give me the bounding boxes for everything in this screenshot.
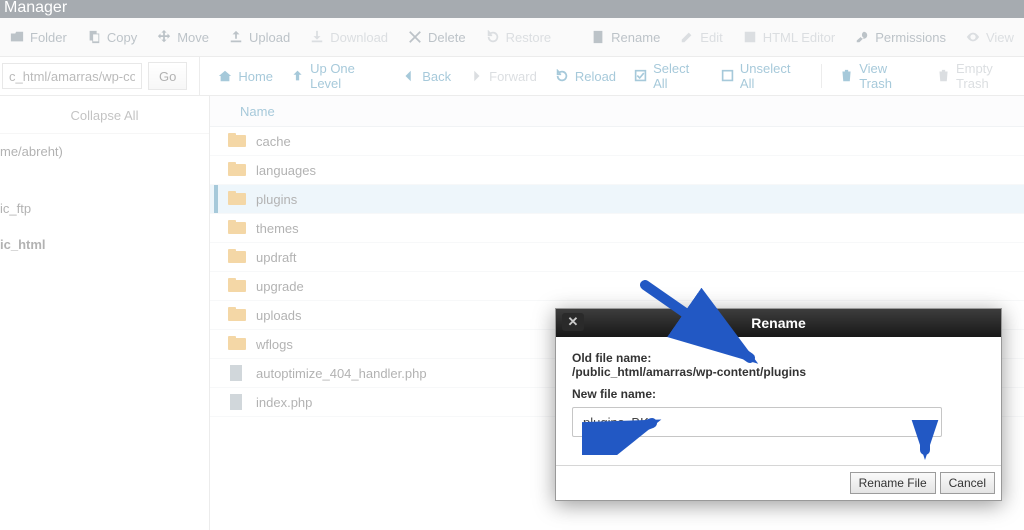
rename-file-button[interactable]: Rename File [850, 472, 936, 494]
rename-dialog: ✕ Rename Old file name: /public_html/ama… [555, 308, 1002, 501]
dialog-close-button[interactable]: ✕ [562, 313, 584, 331]
dialog-buttons: Rename File Cancel [556, 465, 1001, 500]
dialog-title: ✕ Rename [556, 309, 1001, 337]
new-file-label: New file name: [572, 387, 656, 401]
cancel-button[interactable]: Cancel [940, 472, 995, 494]
